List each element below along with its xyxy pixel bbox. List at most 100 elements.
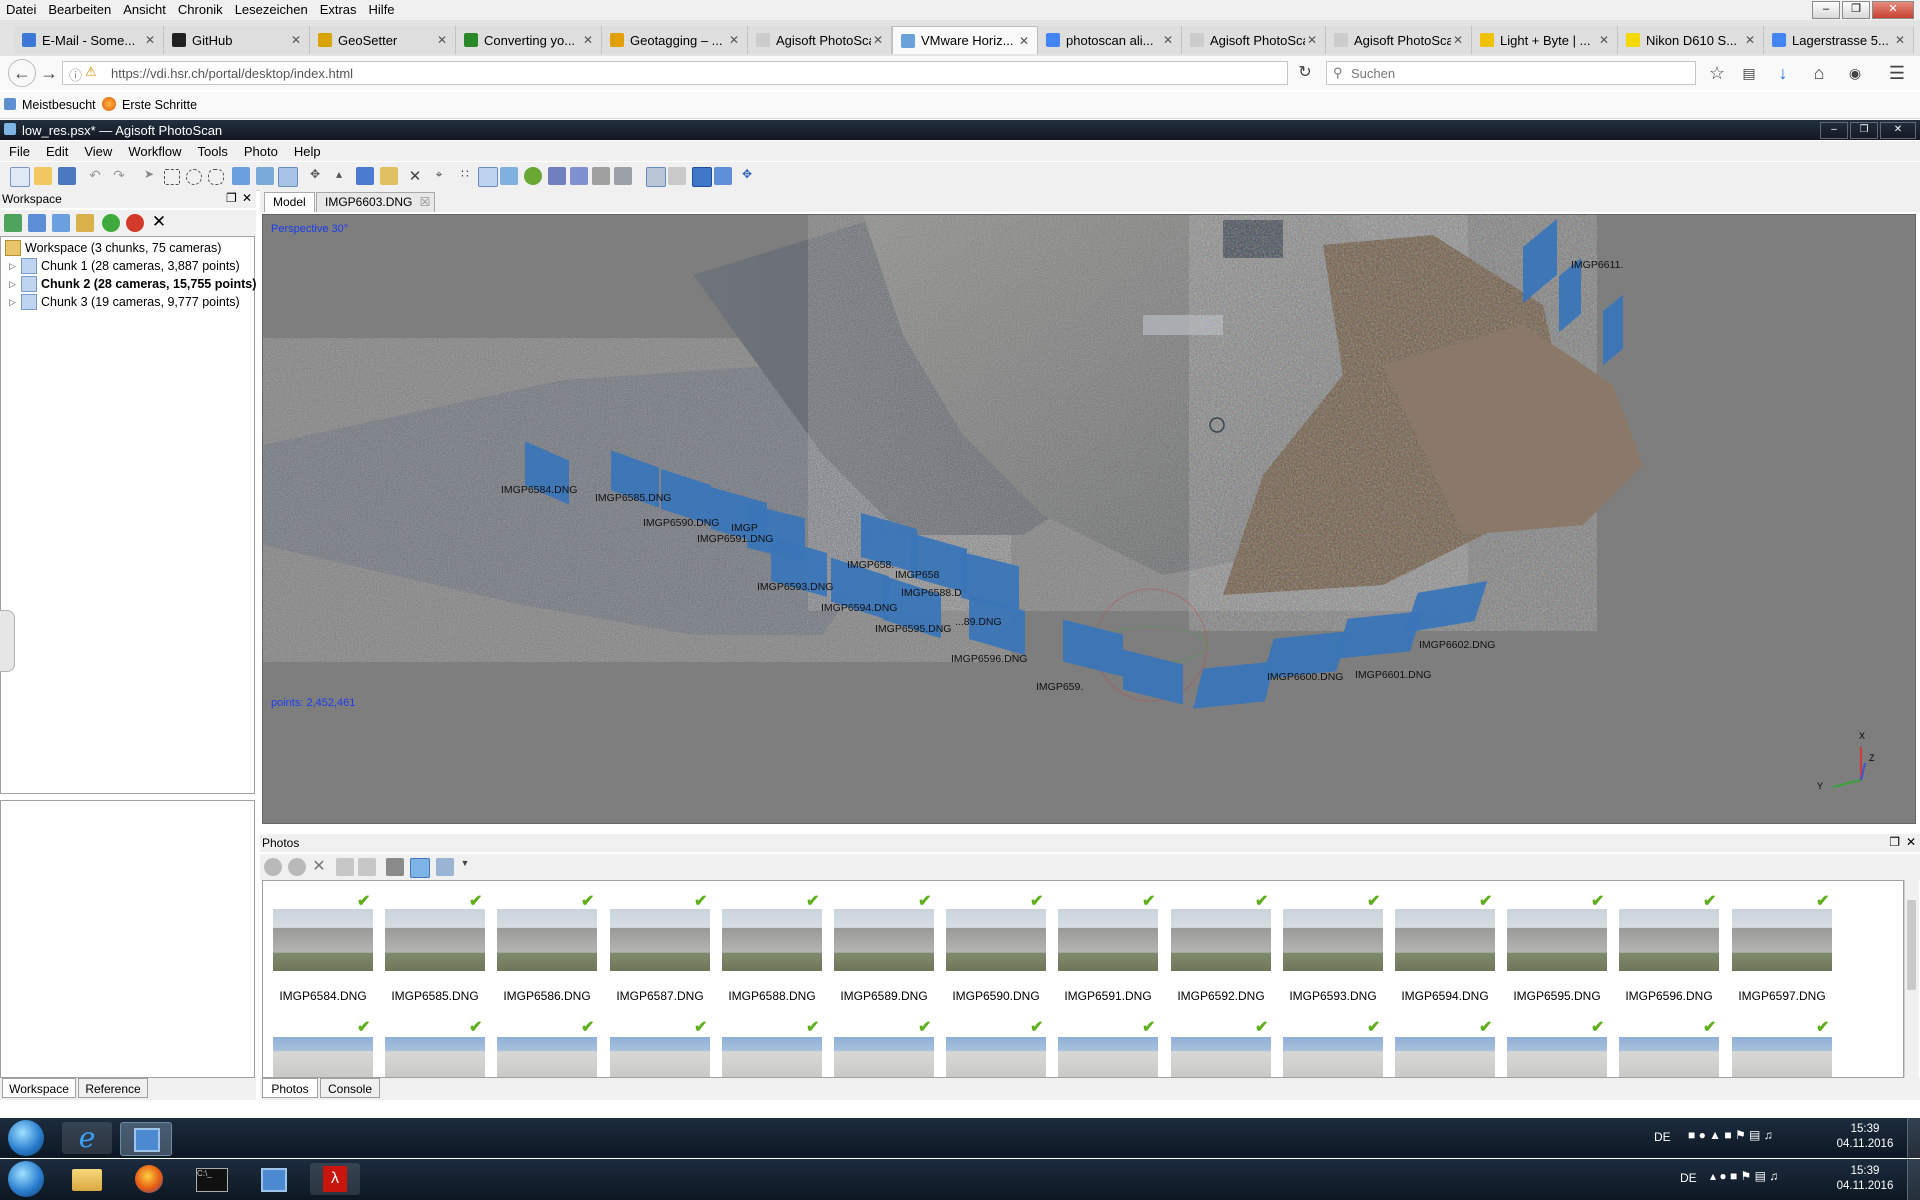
photo-thumbnail[interactable] (610, 909, 710, 971)
photo-thumbnail[interactable] (385, 909, 485, 971)
reset-view-icon[interactable]: ✥ (738, 167, 756, 185)
menu-workflow[interactable]: Workflow (119, 141, 188, 159)
clock[interactable]: 15:39 04.11.2016 (1830, 1122, 1900, 1152)
move-region-icon[interactable]: ✥ (306, 167, 324, 185)
show-desktop-button[interactable] (1907, 1118, 1920, 1158)
open-folder-icon[interactable] (34, 167, 52, 185)
browser-tab[interactable]: Converting yo... ✕ (456, 26, 602, 54)
menu-lesezeichen[interactable]: Lesezeichen (229, 0, 314, 17)
show-cameras-icon[interactable] (646, 167, 666, 187)
tab-photos[interactable]: Photos (262, 1078, 318, 1098)
chevron-down-icon[interactable]: ▼ (456, 858, 474, 876)
close-tab-icon[interactable]: ☒ (420, 193, 431, 212)
tab-photo-view[interactable]: IMGP6603.DNG ☒ (316, 192, 436, 212)
expand-arrow-icon[interactable]: ▷ (9, 261, 21, 272)
expand-arrow-icon[interactable]: ▷ (9, 279, 21, 290)
disable-photo-icon[interactable] (288, 858, 306, 876)
clock[interactable]: 15:39 04.11.2016 (1830, 1164, 1900, 1194)
photo-thumbnail[interactable] (610, 1037, 710, 1077)
undock-icon[interactable]: ❐ (1889, 835, 1900, 849)
menu-file[interactable]: File (0, 141, 37, 159)
scrollbar-thumb[interactable] (1907, 900, 1916, 990)
close-button[interactable]: ✕ (1872, 1, 1914, 19)
dem-icon[interactable] (614, 167, 632, 185)
menu-extras[interactable]: Extras (314, 0, 363, 17)
menu-photo[interactable]: Photo (235, 141, 285, 159)
menu-bearbeiten[interactable]: Bearbeiten (42, 0, 117, 17)
save-icon[interactable] (58, 167, 76, 185)
close-pane-icon[interactable]: ✕ (1906, 835, 1916, 849)
back-arrow-icon[interactable]: ← (8, 59, 36, 87)
vmware-horizon-icon[interactable] (248, 1163, 298, 1195)
disable-cameras-icon[interactable] (126, 214, 144, 232)
rotate-right-icon[interactable] (358, 858, 376, 876)
browser-tab[interactable]: Nikon D610 S... ✕ (1618, 26, 1764, 54)
close-tab-icon[interactable]: ✕ (727, 33, 741, 47)
model-viewport[interactable]: Perspective 30° points: 2,452,461 IMGP65… (262, 214, 1916, 824)
photo-thumbnail[interactable] (1283, 1037, 1383, 1077)
browser-tab[interactable]: Agisoft PhotoSca...✕ (1326, 26, 1472, 54)
browser-tab[interactable]: Agisoft PhotoSca...✕ (748, 26, 892, 54)
view-mode-icon[interactable] (436, 858, 454, 876)
show-region-icon[interactable] (692, 167, 712, 187)
menu-chronik[interactable]: Chronik (172, 0, 229, 17)
browser-tab[interactable]: E-Mail - Some... ✕ (14, 26, 164, 54)
photo-thumbnail[interactable] (497, 909, 597, 971)
tray-icons[interactable]: ■ ● ▲ ■ ⚑ ▤ ♫ (1688, 1128, 1773, 1142)
firefox-taskbar-icon[interactable] (124, 1163, 174, 1195)
browser-tab[interactable]: photoscan ali... ✕ (1038, 26, 1182, 54)
close-tab-icon[interactable]: ✕ (1893, 33, 1907, 47)
bookmark-erste-schritte[interactable]: Erste Schritte (122, 98, 197, 112)
close-tab-icon[interactable]: ✕ (581, 33, 595, 47)
photo-thumbnail[interactable] (834, 1037, 934, 1077)
hamburger-menu-icon[interactable]: ☰ (1886, 62, 1908, 84)
photo-thumbnail[interactable] (1619, 909, 1719, 971)
photo-thumbnail[interactable] (497, 1037, 597, 1077)
workspace-root[interactable]: Workspace (3 chunks, 75 cameras) (5, 239, 221, 257)
address-bar[interactable]: ⓘ ⚠ https://vdi.hsr.ch/portal/desktop/in… (62, 61, 1288, 85)
menu-help[interactable]: Help (285, 141, 328, 159)
rotate-left-icon[interactable] (336, 858, 354, 876)
ps-restore-button[interactable]: ❐ (1850, 122, 1878, 139)
ps-close-button[interactable]: ✕ (1880, 122, 1916, 139)
photo-thumbnail[interactable] (1732, 909, 1832, 971)
reset-filter-icon[interactable] (410, 858, 430, 878)
windows-start-icon[interactable] (8, 1161, 44, 1197)
rectangle-selection-icon[interactable] (164, 169, 180, 185)
menu-hilfe[interactable]: Hilfe (363, 0, 401, 17)
pane-collapse-handle[interactable] (0, 610, 15, 672)
tiled-model-icon[interactable] (592, 167, 610, 185)
close-pane-icon[interactable]: ✕ (242, 191, 252, 205)
tree-item-chunk-3[interactable]: ▷ Chunk 3 (19 cameras, 9,777 points) (9, 293, 240, 311)
remove-photo-icon[interactable]: ✕ (310, 856, 328, 875)
download-icon[interactable]: ↓ (1772, 62, 1794, 84)
command-prompt-icon[interactable]: C:\_ (186, 1163, 236, 1195)
show-markers-icon[interactable] (668, 167, 686, 185)
browser-tab[interactable]: GeoSetter ✕ (310, 26, 456, 54)
photo-thumbnail[interactable] (1732, 1037, 1832, 1077)
tree-item-chunk-1[interactable]: ▷ Chunk 1 (28 cameras, 3,887 points) (9, 257, 240, 275)
menu-edit[interactable]: Edit (37, 141, 75, 159)
ps-minimize-button[interactable]: – (1820, 122, 1848, 139)
browser-tab[interactable]: VMware Horiz... ✕ (892, 26, 1038, 54)
photos-scrollbar[interactable] (1904, 880, 1919, 1078)
internet-explorer-icon[interactable]: e (62, 1122, 112, 1154)
search-input[interactable]: ⚲ Suchen (1326, 61, 1696, 85)
browser-tab[interactable]: Light + Byte | ... ✕ (1472, 26, 1618, 54)
remove-items-icon[interactable]: ✕ (150, 212, 168, 231)
new-project-icon[interactable] (10, 167, 30, 187)
photo-thumbnail[interactable] (1395, 1037, 1495, 1077)
photo-thumbnail[interactable] (1395, 909, 1495, 971)
circle-selection-icon[interactable] (186, 169, 202, 185)
add-folder-icon[interactable] (52, 214, 70, 232)
close-tab-icon[interactable]: ✕ (289, 33, 303, 47)
tray-icons[interactable]: ▴ ● ■ ⚑ ▤ ♫ (1710, 1169, 1778, 1183)
add-photos-icon[interactable] (28, 214, 46, 232)
reading-list-icon[interactable]: ▤ (1738, 62, 1760, 84)
close-tab-icon[interactable]: ✕ (1161, 33, 1175, 47)
photo-thumbnail[interactable] (1171, 1037, 1271, 1077)
menu-view[interactable]: View (75, 141, 119, 159)
close-tab-icon[interactable]: ✕ (1743, 33, 1757, 47)
language-indicator[interactable]: DE (1680, 1171, 1697, 1185)
close-tab-icon[interactable]: ✕ (143, 33, 157, 47)
